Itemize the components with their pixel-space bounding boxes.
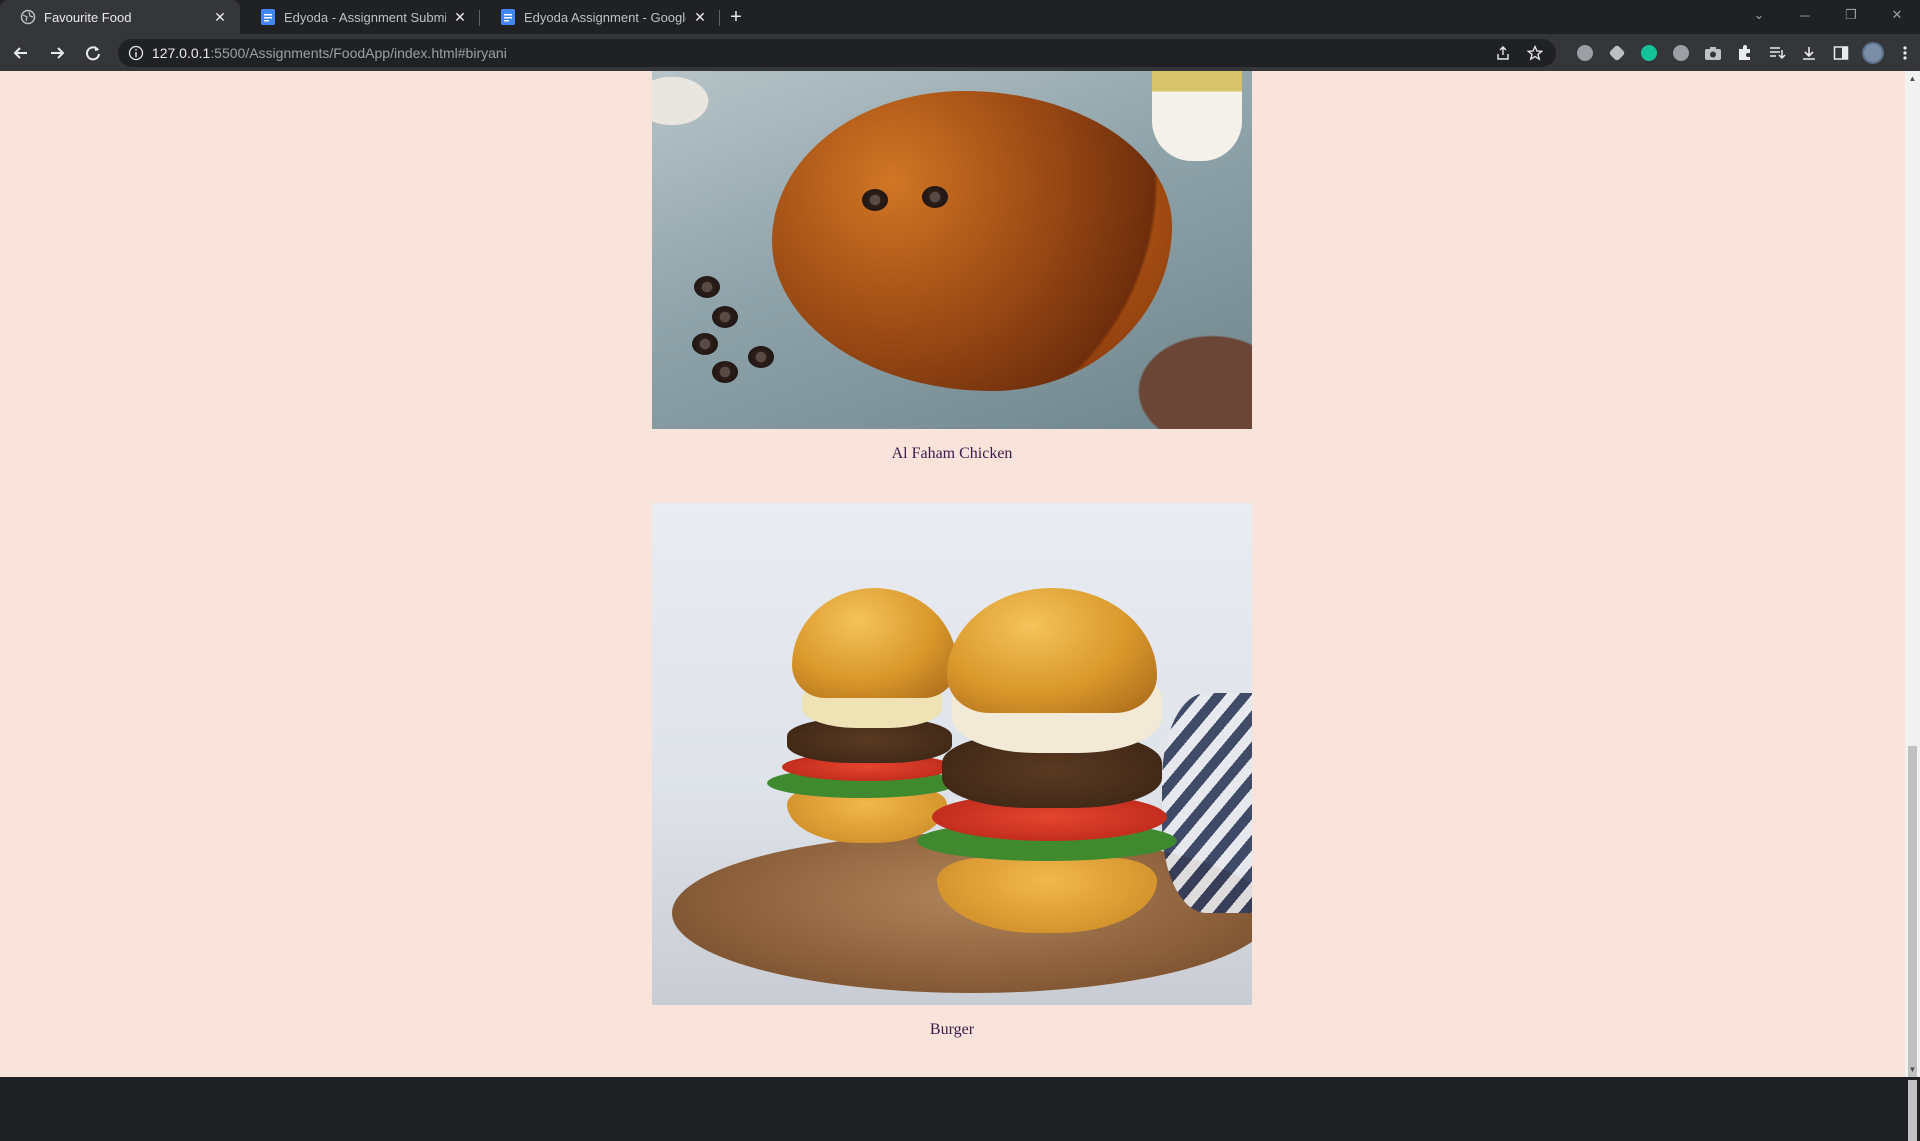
olive xyxy=(748,346,774,368)
burger-image xyxy=(652,503,1252,1005)
grammarly-icon[interactable] xyxy=(1634,38,1664,68)
front-bun-top xyxy=(947,588,1157,713)
olive xyxy=(922,186,948,208)
docs-icon xyxy=(500,9,516,25)
olive xyxy=(692,333,718,355)
page-viewport: Al Faham Chicken Burger xyxy=(0,71,1905,1077)
tab-title: Edyoda Assignment - Google Docs xyxy=(524,9,686,25)
tab-title: Favourite Food xyxy=(44,9,132,25)
scrollbar-thumb[interactable] xyxy=(1908,746,1917,1141)
back-bun-top xyxy=(792,588,957,698)
profile-avatar[interactable] xyxy=(1858,38,1888,68)
scroll-up-arrow-icon[interactable]: ▲ xyxy=(1905,71,1920,86)
bookmark-star-icon[interactable] xyxy=(1524,42,1546,64)
food-caption: Al Faham Chicken xyxy=(891,445,1013,462)
window-controls: ⌄ ─ ❐ ✕ xyxy=(1736,0,1920,34)
food-caption: Burger xyxy=(929,1021,975,1038)
restore-icon[interactable]: ❐ xyxy=(1828,0,1874,30)
address-bar[interactable]: 127.0.0.1 :5500/Assignments/FoodApp/inde… xyxy=(117,38,1557,67)
forward-icon[interactable] xyxy=(42,38,72,68)
al-faham-chicken-image xyxy=(652,71,1252,429)
menu-kebab-icon[interactable] xyxy=(1890,38,1920,68)
vertical-scrollbar[interactable]: ▲ ▼ xyxy=(1905,71,1920,1141)
food-card-al-faham-chicken: Al Faham Chicken xyxy=(652,71,1252,463)
striped-cloth xyxy=(1162,693,1252,913)
new-tab-button[interactable]: + xyxy=(720,0,752,34)
url-host: 127.0.0.1 xyxy=(151,44,211,61)
close-tab-icon[interactable]: ✕ xyxy=(692,9,708,25)
site-info-icon[interactable] xyxy=(128,45,144,61)
tab-assignment-submission[interactable]: Edyoda - Assignment Submission ✕ xyxy=(240,0,480,34)
tab-favourite-food[interactable]: Favourite Food ✕ xyxy=(0,0,240,34)
browser-toolbar: 127.0.0.1 :5500/Assignments/FoodApp/inde… xyxy=(0,34,1920,71)
camera-icon[interactable] xyxy=(1698,38,1728,68)
scroll-down-arrow-icon[interactable]: ▼ xyxy=(1905,1062,1920,1077)
minimize-icon[interactable]: ─ xyxy=(1782,0,1828,30)
close-tab-icon[interactable]: ✕ xyxy=(452,9,468,25)
reload-icon[interactable] xyxy=(78,38,108,68)
olive xyxy=(862,189,888,211)
docs-icon xyxy=(260,9,276,25)
extensions-puzzle-icon[interactable] xyxy=(1730,38,1760,68)
chicken-pieces xyxy=(772,91,1172,391)
close-window-icon[interactable]: ✕ xyxy=(1874,0,1920,30)
download-icon[interactable] xyxy=(1794,38,1824,68)
olive xyxy=(694,276,720,298)
sauce-cup xyxy=(1152,71,1242,161)
tab-separator xyxy=(719,10,720,26)
olive xyxy=(712,306,738,328)
tab-assignment-docs[interactable]: Edyoda Assignment - Google Docs ✕ xyxy=(480,0,720,34)
extension-icon[interactable] xyxy=(1602,38,1632,68)
share-icon[interactable] xyxy=(1492,42,1514,64)
close-tab-icon[interactable]: ✕ xyxy=(212,9,228,25)
extension-icon[interactable] xyxy=(1570,38,1600,68)
extension-icon[interactable] xyxy=(1666,38,1696,68)
tab-strip: Favourite Food ✕ Edyoda - Assignment Sub… xyxy=(0,0,1920,34)
side-panel-icon[interactable] xyxy=(1826,38,1856,68)
reading-list-icon[interactable] xyxy=(1762,38,1792,68)
url-path: :5500/Assignments/FoodApp/index.html#bir… xyxy=(210,44,507,61)
olive xyxy=(712,361,738,383)
tab-search-icon[interactable]: ⌄ xyxy=(1736,0,1782,30)
tab-title: Edyoda - Assignment Submission xyxy=(284,9,446,25)
globe-icon xyxy=(20,9,36,25)
food-card-burger: Burger xyxy=(652,503,1252,1039)
back-icon[interactable] xyxy=(6,38,36,68)
